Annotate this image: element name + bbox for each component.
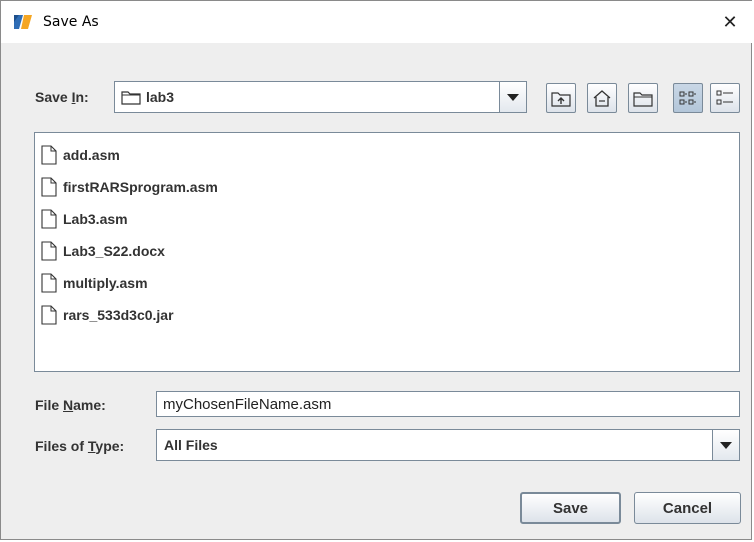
- save-in-combo[interactable]: lab3: [114, 81, 527, 113]
- list-item[interactable]: Lab3.asm: [41, 208, 128, 230]
- file-name: add.asm: [63, 147, 120, 163]
- up-one-level-icon: [551, 92, 571, 107]
- file-name: Lab3_S22.docx: [63, 243, 165, 259]
- file-type-value: All Files: [164, 437, 218, 453]
- list-item[interactable]: Lab3_S22.docx: [41, 240, 165, 262]
- file-list[interactable]: add.asm firstRARSprogram.asm Lab3.asm La…: [34, 132, 740, 372]
- file-icon: [41, 177, 57, 197]
- chevron-down-icon: [720, 441, 732, 449]
- new-folder-icon: [633, 92, 653, 107]
- file-icon: [41, 241, 57, 261]
- file-name: Lab3.asm: [63, 211, 128, 227]
- home-icon: [593, 90, 611, 107]
- cancel-button[interactable]: Cancel: [634, 492, 741, 524]
- file-icon: [41, 273, 57, 293]
- home-button[interactable]: [587, 83, 617, 113]
- file-name: firstRARSprogram.asm: [63, 179, 218, 195]
- new-folder-button[interactable]: [628, 83, 658, 113]
- up-one-level-button[interactable]: [546, 83, 576, 113]
- file-type-label: Files of Type:: [35, 438, 125, 454]
- folder-icon: [121, 91, 141, 105]
- close-button[interactable]: ✕: [707, 1, 753, 43]
- app-logo-icon: [14, 15, 32, 29]
- list-view-icon: [679, 91, 696, 105]
- file-name-input[interactable]: [157, 392, 739, 416]
- list-item[interactable]: firstRARSprogram.asm: [41, 176, 218, 198]
- file-name-label: File Name:: [35, 397, 106, 413]
- file-icon: [41, 305, 57, 325]
- file-name: multiply.asm: [63, 275, 148, 291]
- save-in-value: lab3: [146, 89, 175, 105]
- save-in-dropdown-button[interactable]: [499, 82, 526, 112]
- list-item[interactable]: rars_533d3c0.jar: [41, 304, 174, 326]
- list-view-button[interactable]: [673, 83, 703, 113]
- file-type-dropdown-button[interactable]: [712, 430, 739, 460]
- file-name: rars_533d3c0.jar: [63, 307, 174, 323]
- list-item[interactable]: multiply.asm: [41, 272, 148, 294]
- details-view-icon: [716, 90, 733, 105]
- file-icon: [41, 209, 57, 229]
- chevron-down-icon: [507, 93, 519, 101]
- close-icon: ✕: [722, 11, 738, 33]
- file-icon: [41, 145, 57, 165]
- file-type-combo[interactable]: All Files: [156, 429, 740, 461]
- title-bar[interactable]: Save As ✕: [1, 1, 753, 43]
- save-as-dialog: Save As ✕ Save In: lab3 add.asm firstRAR…: [0, 0, 753, 540]
- save-button[interactable]: Save: [520, 492, 621, 524]
- file-name-field[interactable]: [156, 391, 740, 417]
- details-view-button[interactable]: [710, 83, 740, 113]
- list-item[interactable]: add.asm: [41, 144, 120, 166]
- window-title: Save As: [43, 14, 99, 30]
- save-in-label: Save In:: [35, 89, 89, 105]
